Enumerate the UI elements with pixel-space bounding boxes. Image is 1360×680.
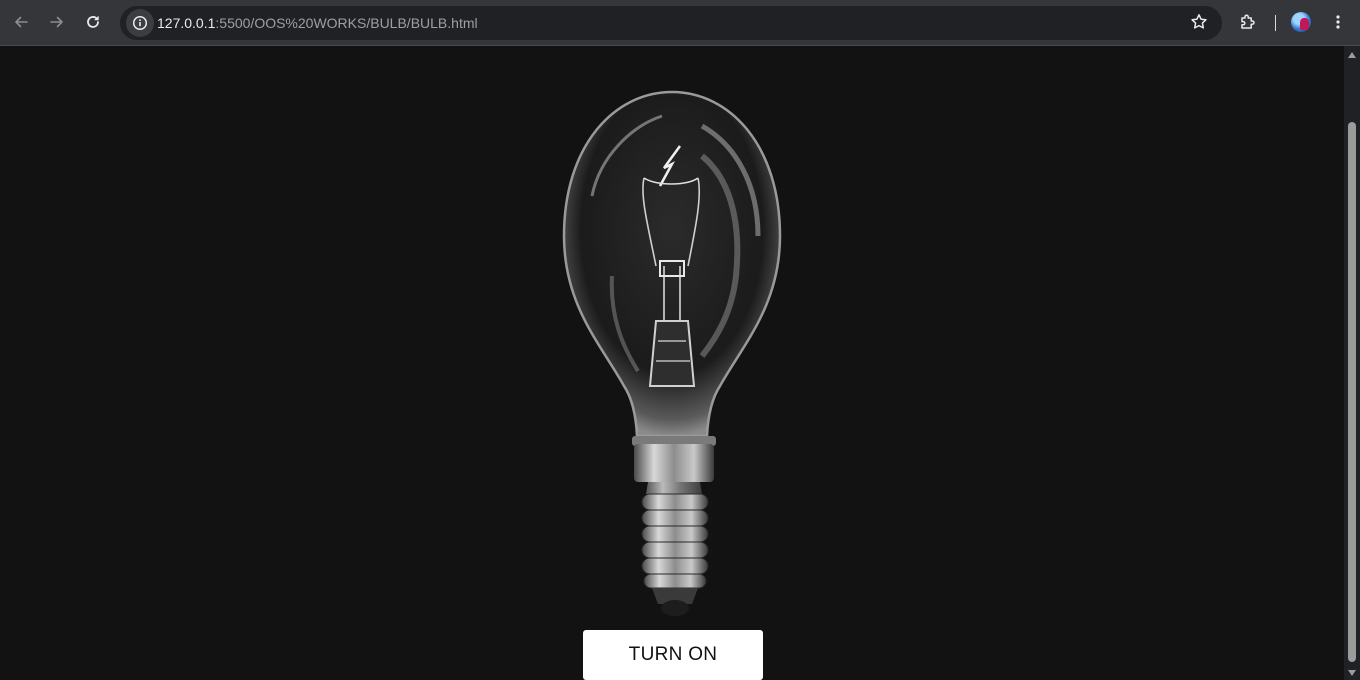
address-bar[interactable]: 127.0.0.1:5500/OOS%20WORKS/BULB/BULB.htm… — [120, 6, 1222, 40]
turn-on-button[interactable]: TURN ON — [583, 630, 763, 680]
scroll-thumb[interactable] — [1348, 122, 1356, 662]
bookmark-button[interactable] — [1190, 13, 1208, 36]
url-text[interactable]: 127.0.0.1:5500/OOS%20WORKS/BULB/BULB.htm… — [157, 6, 478, 40]
light-bulb-image — [562, 90, 782, 616]
url-path: :5500/OOS%20WORKS/BULB/BULB.html — [215, 15, 478, 31]
site-info-button[interactable] — [126, 9, 154, 37]
url-host: 127.0.0.1 — [157, 15, 216, 31]
vertical-dots-icon — [1336, 15, 1340, 29]
toolbar-divider — [1275, 15, 1276, 31]
arrow-left-icon — [15, 16, 28, 28]
arrow-right-icon — [50, 16, 63, 28]
browser-menu-button[interactable] — [1323, 7, 1353, 37]
reload-icon — [87, 16, 99, 28]
back-button[interactable] — [6, 7, 36, 37]
reload-button[interactable] — [78, 7, 108, 37]
star-icon — [1191, 14, 1207, 29]
browser-toolbar: 127.0.0.1:5500/OOS%20WORKS/BULB/BULB.htm… — [0, 0, 1360, 46]
info-circle-icon — [132, 15, 148, 31]
forward-button[interactable] — [42, 7, 72, 37]
profile-avatar[interactable] — [1291, 12, 1311, 32]
extensions-button[interactable] — [1233, 7, 1263, 37]
scroll-down-arrow-icon[interactable] — [1348, 670, 1356, 676]
puzzle-piece-icon — [1241, 14, 1255, 29]
scroll-up-arrow-icon[interactable] — [1348, 52, 1356, 58]
page-viewport: TURN ON — [0, 46, 1344, 680]
vertical-scrollbar[interactable] — [1344, 46, 1360, 680]
